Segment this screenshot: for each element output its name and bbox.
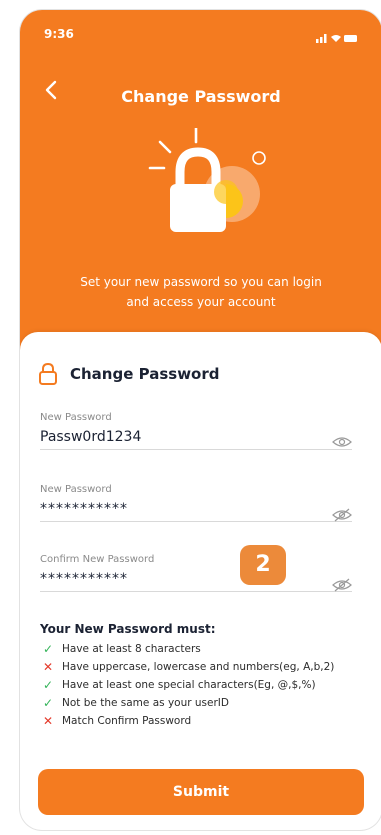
confirm-password-input[interactable]: *********** <box>40 571 352 591</box>
change-password-card: Change Password New Password Passw0rd123… <box>20 332 381 830</box>
check-icon: ✓ <box>42 642 54 656</box>
card-title: Change Password <box>70 365 220 383</box>
field-label: Confirm New Password <box>40 554 155 565</box>
header-panel: 9:36 Change Password Set your new passwo… <box>20 10 381 355</box>
lock-icon <box>39 362 57 385</box>
password-rules-list: ✓ Have at least 8 characters ✕ Have uppe… <box>40 640 334 730</box>
rule-item: ✓ Not be the same as your userID <box>40 694 334 712</box>
status-bar: 9:36 <box>20 10 381 50</box>
subtitle-line-1: Set your new password so you can login <box>80 275 322 289</box>
eye-off-icon[interactable] <box>332 508 352 522</box>
cross-icon: ✕ <box>42 660 54 674</box>
eye-icon[interactable] <box>332 436 352 448</box>
wifi-icon <box>331 35 341 42</box>
check-icon: ✓ <box>42 696 54 710</box>
rule-text: Have at least one special characters(Eg,… <box>62 679 316 691</box>
signal-icon <box>316 34 357 43</box>
cross-icon: ✕ <box>42 714 54 728</box>
check-icon: ✓ <box>42 678 54 692</box>
page-title: Change Password <box>121 87 281 106</box>
eye-off-icon[interactable] <box>332 578 352 592</box>
rule-text: Have at least 8 characters <box>62 643 201 655</box>
padlock-icon <box>148 128 266 232</box>
battery-icon <box>344 35 357 42</box>
rule-item: ✕ Have uppercase, lowercase and numbers(… <box>40 658 334 676</box>
status-icons <box>316 28 358 47</box>
rules-title: Your New Password must: <box>40 622 216 636</box>
confirm-password-field[interactable]: Confirm New Password *********** <box>40 554 352 592</box>
new-password-input[interactable]: Passw0rd1234 <box>40 429 352 449</box>
header-subtitle: Set your new password so you can login a… <box>50 272 352 312</box>
step-number-badge: 2 <box>240 545 286 585</box>
rule-item: ✕ Match Confirm Password <box>40 712 334 730</box>
new-password-masked-input[interactable]: *********** <box>40 501 352 521</box>
new-password-field[interactable]: New Password Passw0rd1234 <box>40 412 352 450</box>
rule-item: ✓ Have at least one special characters(E… <box>40 676 334 694</box>
rule-text: Match Confirm Password <box>62 715 192 727</box>
rule-text: Not be the same as your userID <box>62 697 229 709</box>
phone-frame: 9:36 Change Password Set your new passwo… <box>20 10 381 830</box>
submit-button[interactable]: Submit <box>38 769 364 815</box>
rule-item: ✓ Have at least 8 characters <box>40 640 334 658</box>
new-password-repeat-field[interactable]: New Password *********** <box>40 484 352 522</box>
status-time: 9:36 <box>44 27 74 41</box>
rule-text: Have uppercase, lowercase and numbers(eg… <box>62 661 335 673</box>
field-label: New Password <box>40 412 112 423</box>
field-label: New Password <box>40 484 112 495</box>
subtitle-line-2: and access your account <box>126 295 276 309</box>
